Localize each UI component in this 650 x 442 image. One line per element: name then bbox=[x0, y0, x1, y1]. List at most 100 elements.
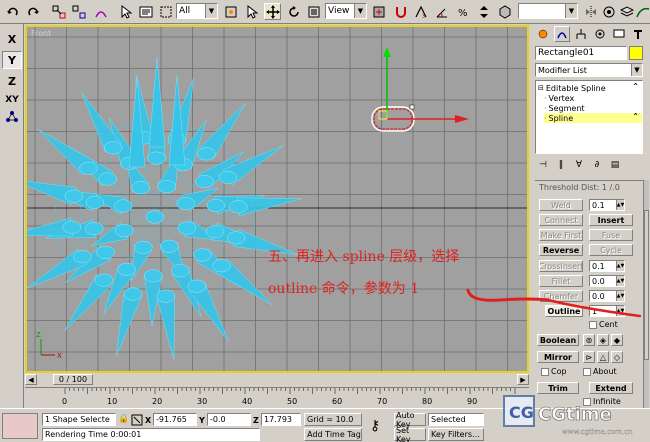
make-unique-button[interactable]: ∀ bbox=[571, 158, 587, 172]
select-and-scale-button[interactable] bbox=[305, 3, 322, 20]
crossinsert-button[interactable]: CrossInsert bbox=[539, 260, 583, 272]
stack-item-segment[interactable]: · Segment bbox=[544, 103, 585, 113]
spinner-snap-button[interactable] bbox=[475, 3, 492, 20]
undo-button[interactable] bbox=[4, 3, 21, 20]
axis-y-button[interactable]: Y bbox=[2, 51, 22, 69]
axis-xy-button[interactable]: XY bbox=[2, 91, 22, 109]
time-slider-next-button[interactable]: ▶ bbox=[517, 374, 529, 385]
add-time-tag-button[interactable]: Add Time Tag bbox=[304, 428, 362, 441]
curve-editor-button[interactable] bbox=[634, 3, 650, 20]
weld-threshold-spinner[interactable]: 0.1 ▲▼ bbox=[589, 199, 625, 211]
time-slider[interactable]: ◀ 0 / 100 ▶ bbox=[25, 374, 529, 386]
svg-text:3: 3 bbox=[422, 14, 425, 19]
boolean-subtract-button[interactable]: ◈ bbox=[597, 334, 609, 346]
select-by-name-button[interactable] bbox=[137, 3, 154, 20]
boolean-intersect-button[interactable]: ◆ bbox=[611, 334, 623, 346]
create-tab[interactable] bbox=[535, 26, 551, 42]
configure-modifier-sets-button[interactable]: ▤ bbox=[607, 158, 623, 172]
align-button[interactable] bbox=[600, 3, 617, 20]
connect-button[interactable]: Connect bbox=[539, 214, 583, 226]
absolute-mode-icon[interactable] bbox=[131, 414, 143, 426]
reference-coord-dropdown[interactable]: View ▼ bbox=[325, 3, 367, 19]
mirror-vertical-button[interactable]: △ bbox=[597, 351, 609, 363]
command-panel-scrollbar[interactable] bbox=[643, 180, 649, 408]
track-bar[interactable]: 0 10 20 30 40 50 60 70 80 90 bbox=[25, 387, 529, 407]
about-pivot-checkbox[interactable]: About bbox=[583, 367, 617, 376]
key-icon[interactable]: ⚷ bbox=[370, 418, 380, 434]
mirror-button[interactable] bbox=[582, 3, 599, 20]
window-crossing-button[interactable] bbox=[222, 3, 239, 20]
selection-filter-dropdown[interactable]: All ▼ bbox=[176, 3, 218, 19]
chamfer-spinner[interactable]: 0.0 ▲▼ bbox=[589, 290, 625, 302]
use-pivot-center-button[interactable] bbox=[370, 3, 387, 20]
weld-button[interactable]: Weld bbox=[539, 199, 583, 211]
percent-snap-button[interactable]: % bbox=[454, 3, 471, 20]
scrollbar-thumb[interactable] bbox=[644, 210, 649, 360]
x-coord-field[interactable]: -91.765 bbox=[153, 413, 197, 426]
reverse-button[interactable]: Reverse bbox=[539, 244, 583, 256]
fillet-spinner[interactable]: 0.0 ▲▼ bbox=[589, 275, 625, 287]
modify-tab[interactable] bbox=[554, 26, 570, 42]
angle-snap-button[interactable] bbox=[433, 3, 450, 20]
y-coord-field[interactable]: -0.0 bbox=[207, 413, 251, 426]
auto-key-button[interactable]: Auto Key bbox=[394, 411, 426, 429]
bind-space-warp-button[interactable] bbox=[92, 3, 109, 20]
axis-x-button[interactable]: X bbox=[2, 30, 22, 48]
fillet-button[interactable]: Fillet bbox=[539, 275, 583, 287]
hierarchy-tab[interactable] bbox=[573, 26, 589, 42]
named-selection-dropdown[interactable]: ▼ bbox=[518, 3, 578, 19]
axis-z-button[interactable]: Z bbox=[2, 72, 22, 90]
front-viewport[interactable]: Front ZX bbox=[25, 25, 529, 373]
spike-base bbox=[212, 259, 231, 273]
copy-checkbox[interactable]: Cop bbox=[541, 367, 567, 376]
select-object-button[interactable] bbox=[117, 3, 134, 20]
stack-item-editable-spline[interactable]: ⊟ Editable Spline bbox=[538, 83, 606, 93]
boolean-button[interactable]: Boolean bbox=[537, 334, 579, 346]
show-end-result-button[interactable]: ‖ bbox=[553, 158, 569, 172]
remove-modifier-button[interactable]: ∂ bbox=[589, 158, 605, 172]
layer-manager-button[interactable] bbox=[618, 3, 635, 20]
select-and-link-button[interactable] bbox=[50, 3, 67, 20]
stack-item-spline[interactable]: · Spline bbox=[544, 113, 642, 123]
key-mode-dropdown[interactable]: Selected bbox=[428, 413, 484, 426]
outline-button[interactable]: Outline bbox=[545, 305, 583, 317]
select-and-move-button[interactable] bbox=[264, 3, 281, 20]
unique-icon: ∀ bbox=[575, 160, 583, 170]
mirror-both-button[interactable]: ◇ bbox=[611, 351, 623, 363]
mirror-spline-button[interactable]: Mirror bbox=[537, 351, 579, 363]
utilities-tab[interactable] bbox=[630, 26, 646, 42]
snap-toggle-button[interactable]: 3 bbox=[412, 3, 429, 20]
snap-axis-button[interactable] bbox=[2, 108, 22, 126]
redo-button[interactable] bbox=[24, 3, 41, 20]
fuse-button[interactable]: Fuse bbox=[589, 229, 633, 241]
select-and-manipulate-magnet-button[interactable] bbox=[392, 3, 409, 20]
unlink-button[interactable] bbox=[70, 3, 87, 20]
pin-stack-button[interactable]: ⊣ bbox=[535, 158, 551, 172]
mirror-horizontal-button[interactable]: ⊳ bbox=[583, 351, 595, 363]
object-name-field[interactable]: Rectangle01 bbox=[535, 46, 627, 60]
rectangular-selection-button[interactable] bbox=[157, 3, 174, 20]
time-slider-thumb[interactable]: 0 / 100 bbox=[53, 374, 93, 385]
edit-named-selection-button[interactable] bbox=[496, 3, 513, 20]
select-and-rotate-button[interactable] bbox=[285, 3, 302, 20]
chamfer-button[interactable]: Chamfer bbox=[539, 290, 583, 302]
key-filters-button[interactable]: Key Filters... bbox=[428, 428, 484, 441]
object-color-swatch[interactable] bbox=[629, 46, 643, 60]
z-coord-field[interactable]: 17.793 bbox=[261, 413, 301, 426]
boolean-union-button[interactable]: ⊚ bbox=[583, 334, 595, 346]
stack-item-vertex[interactable]: · Vertex bbox=[544, 93, 574, 103]
cycle-button[interactable]: Cycle bbox=[589, 244, 633, 256]
set-key-button[interactable]: Set Key bbox=[394, 426, 426, 442]
lock-selection-icon[interactable]: 🔒 bbox=[118, 414, 129, 424]
select-and-manipulate-button[interactable] bbox=[243, 3, 260, 20]
modifier-list-dropdown[interactable]: Modifier List ▼ bbox=[535, 63, 643, 77]
outline-spinner[interactable]: 1 ▲▼ bbox=[589, 305, 625, 317]
time-slider-prev-button[interactable]: ◀ bbox=[25, 374, 37, 385]
motion-tab[interactable] bbox=[592, 26, 608, 42]
center-checkbox[interactable]: Cent bbox=[589, 320, 618, 329]
make-first-button[interactable]: Make First bbox=[539, 229, 583, 241]
crossinsert-spinner[interactable]: 0.1 ▲▼ bbox=[589, 260, 625, 272]
maxscript-listener[interactable] bbox=[2, 413, 38, 439]
insert-button[interactable]: Insert bbox=[589, 214, 633, 226]
display-tab[interactable] bbox=[611, 26, 627, 42]
